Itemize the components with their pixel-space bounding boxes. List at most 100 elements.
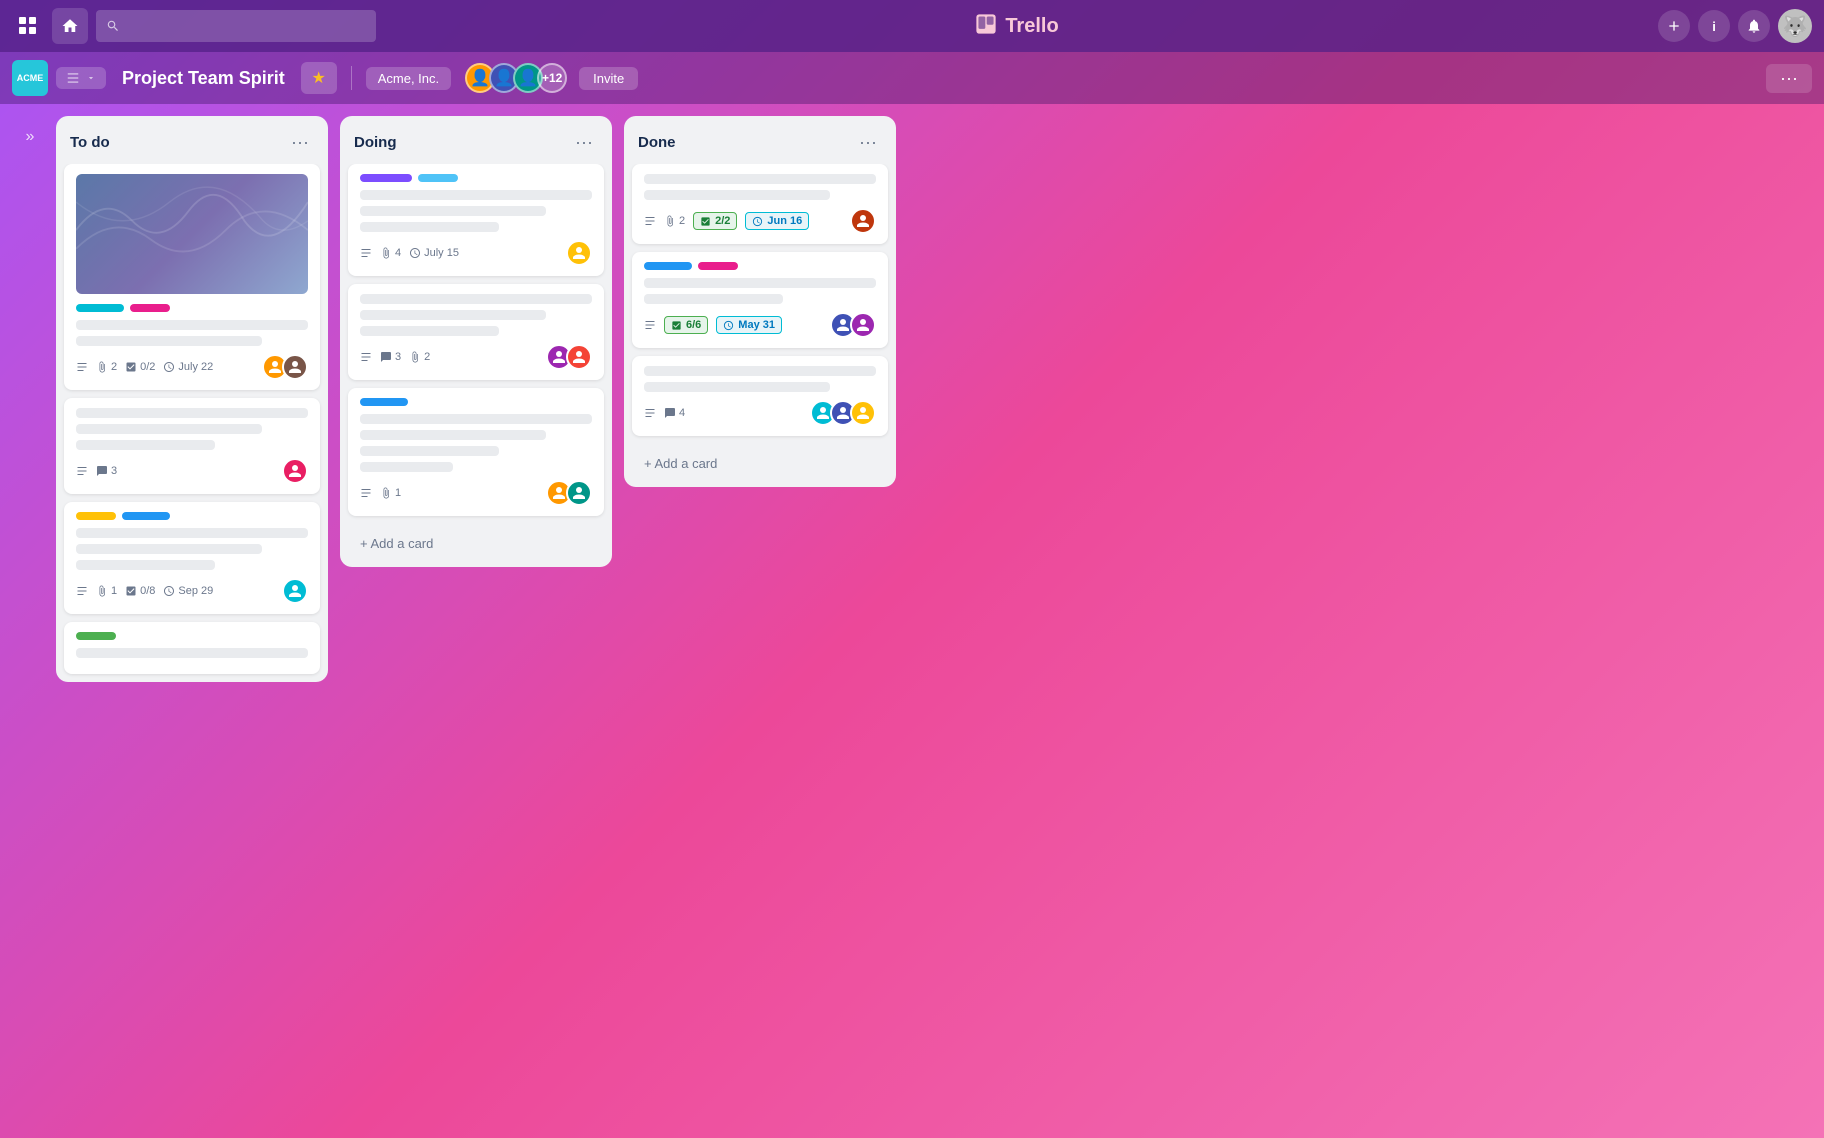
card-3-due: Sep 29 xyxy=(163,585,213,597)
list-doing-menu[interactable]: ··· xyxy=(570,128,598,156)
done-add-card-button[interactable]: + Add a card xyxy=(632,448,888,479)
label-cyan xyxy=(76,304,124,312)
card-1-avatars xyxy=(262,354,308,380)
home-button[interactable] xyxy=(52,8,88,44)
list-done: Done ··· 2 2/2 xyxy=(624,116,896,487)
card-3-check: 0/8 xyxy=(125,585,155,597)
list-doing-header: Doing ··· xyxy=(340,116,612,164)
app-name-text: Trello xyxy=(1005,15,1058,38)
app-title: Trello xyxy=(384,13,1650,40)
card-8-check-badge: 2/2 xyxy=(693,212,737,230)
card-6-avatars xyxy=(546,344,592,370)
list-done-header: Done ··· xyxy=(624,116,896,164)
avatar-brown xyxy=(282,354,308,380)
card-8[interactable]: 2 2/2 Jun 16 xyxy=(632,164,888,244)
more-options-button[interactable]: ··· xyxy=(1766,64,1812,93)
card-5-due: July 15 xyxy=(409,247,459,259)
trello-logo xyxy=(975,13,997,40)
list-todo-header: To do ··· xyxy=(56,116,328,164)
card-6-comments: 3 xyxy=(380,351,401,363)
card-10-comments: 4 xyxy=(664,407,685,419)
board-title: Project Team Spirit xyxy=(122,68,285,89)
card-9[interactable]: 6/6 May 31 xyxy=(632,252,888,348)
notifications-button[interactable] xyxy=(1738,10,1770,42)
list-todo-title: To do xyxy=(70,134,110,151)
card-5-meta: 4 July 15 xyxy=(360,240,592,266)
card-3-avatars xyxy=(282,578,308,604)
card-8-due-badge: Jun 16 xyxy=(745,212,809,230)
card-6-attach: 2 xyxy=(409,351,430,363)
nav-right-actions: i 🐺 xyxy=(1658,9,1812,43)
avatar-purple-2 xyxy=(850,312,876,338)
grid-icon[interactable] xyxy=(12,10,44,42)
avatar-red xyxy=(566,344,592,370)
list-todo-body: 2 0/2 July 22 xyxy=(56,164,328,682)
list-doing-title: Doing xyxy=(354,134,397,151)
label-pink xyxy=(130,304,170,312)
card-9-meta: 6/6 May 31 xyxy=(644,312,876,338)
card-10-desc xyxy=(644,407,656,419)
card-2-meta: 3 xyxy=(76,458,308,484)
avatar-teal-2 xyxy=(566,480,592,506)
card-due-date: July 22 xyxy=(163,361,213,373)
card-10-avatars xyxy=(810,400,876,426)
card-7-attach: 1 xyxy=(380,487,401,499)
workspace-logo[interactable]: ACME xyxy=(12,60,48,96)
card-5[interactable]: 4 July 15 xyxy=(348,164,604,276)
card-2[interactable]: 3 xyxy=(64,398,320,494)
card-8-meta: 2 2/2 Jun 16 xyxy=(644,208,876,234)
card-3-attach: 1 xyxy=(96,585,117,597)
card-10[interactable]: 4 xyxy=(632,356,888,436)
user-avatar[interactable]: 🐺 xyxy=(1778,9,1812,43)
card-7[interactable]: 1 xyxy=(348,388,604,516)
list-todo: To do ··· xyxy=(56,116,328,682)
avatar-pink xyxy=(282,458,308,484)
card-3[interactable]: 1 0/8 Sep 29 xyxy=(64,502,320,614)
card-text-full xyxy=(76,320,308,330)
list-done-menu[interactable]: ··· xyxy=(854,128,882,156)
card-3-labels xyxy=(76,512,308,520)
workspace-button[interactable]: Acme, Inc. xyxy=(366,67,451,90)
card-1-labels xyxy=(76,304,308,312)
avatar-yellow xyxy=(566,240,592,266)
star-button[interactable]: ★ xyxy=(301,62,337,94)
card-8-desc xyxy=(644,215,656,227)
header-divider xyxy=(351,66,352,90)
card-6-desc xyxy=(360,351,372,363)
card-3-desc xyxy=(76,585,88,597)
card-10-meta: 4 xyxy=(644,400,876,426)
sidebar-toggle[interactable]: » xyxy=(16,116,44,146)
card-4[interactable] xyxy=(64,622,320,674)
card-8-attach: 2 xyxy=(664,215,685,227)
board-header: ACME Project Team Spirit ★ Acme, Inc. 👤 … xyxy=(0,52,1824,104)
add-button[interactable] xyxy=(1658,10,1690,42)
info-button[interactable]: i xyxy=(1698,10,1730,42)
card-attachments: 2 xyxy=(96,361,117,373)
list-todo-menu[interactable]: ··· xyxy=(286,128,314,156)
board-content: » To do ··· xyxy=(0,104,1824,1138)
invite-button[interactable]: Invite xyxy=(579,67,638,90)
card-text-medium xyxy=(76,336,262,346)
search-bar[interactable] xyxy=(96,10,376,42)
card-5-attach: 4 xyxy=(380,247,401,259)
card-2-desc xyxy=(76,465,88,477)
card-6[interactable]: 3 2 xyxy=(348,284,604,380)
list-done-title: Done xyxy=(638,134,676,151)
board-menu-button[interactable] xyxy=(56,67,106,89)
member-count[interactable]: +12 xyxy=(537,63,567,93)
card-cover xyxy=(76,174,308,294)
card-9-check-badge: 6/6 xyxy=(664,316,708,334)
card-9-due-badge: May 31 xyxy=(716,316,782,334)
list-doing-body: 4 July 15 xyxy=(340,164,612,524)
card-7-avatars xyxy=(546,480,592,506)
member-avatars-group: 👤 👤 👤 +12 xyxy=(465,63,567,93)
card-checklist: 0/2 xyxy=(125,361,155,373)
card-1[interactable]: 2 0/2 July 22 xyxy=(64,164,320,390)
card-desc-icon xyxy=(76,361,88,373)
card-7-desc xyxy=(360,487,372,499)
doing-add-card-button[interactable]: + Add a card xyxy=(348,528,604,559)
card-5-desc xyxy=(360,247,372,259)
card-7-meta: 1 xyxy=(360,480,592,506)
card-2-comments: 3 xyxy=(96,465,117,477)
card-2-avatars xyxy=(282,458,308,484)
